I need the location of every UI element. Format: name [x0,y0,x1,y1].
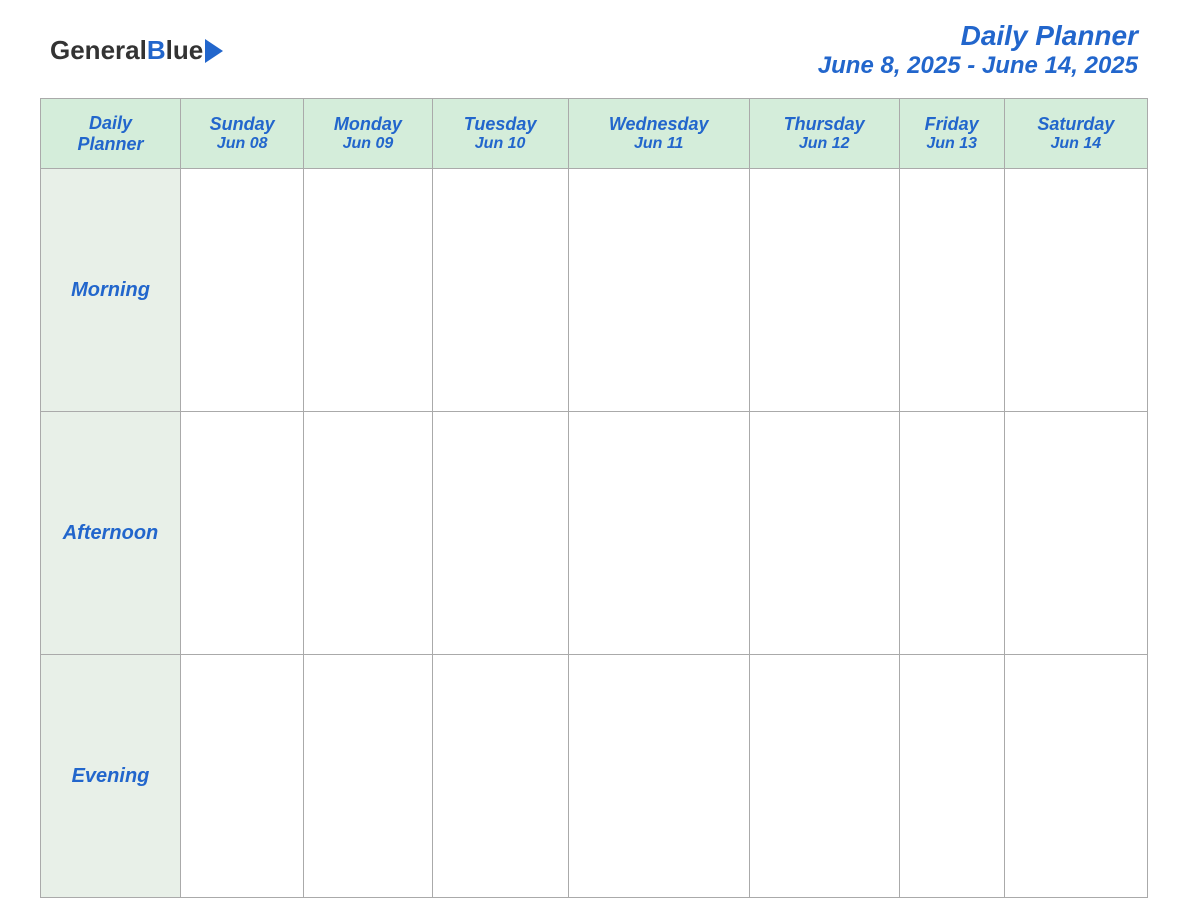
evening-thursday[interactable] [749,655,899,898]
evening-label: Evening [41,655,181,898]
evening-wednesday[interactable] [568,655,749,898]
header-title: Daily Planner June 8, 2025 - June 14, 20… [818,20,1138,80]
logo-general: General [50,35,147,65]
afternoon-wednesday[interactable] [568,412,749,655]
afternoon-thursday[interactable] [749,412,899,655]
day-date-friday: Jun 13 [904,135,1000,153]
day-name-wednesday: Wednesday [573,114,745,135]
morning-tuesday[interactable] [432,169,568,412]
day-date-wednesday: Jun 11 [573,135,745,153]
afternoon-saturday[interactable] [1004,412,1147,655]
day-date-sunday: Jun 08 [185,135,299,153]
planner-table: Daily Planner Sunday Jun 08 Monday Jun 0… [40,98,1148,898]
title-dates: June 8, 2025 - June 14, 2025 [818,52,1138,80]
corner-line2: Planner [45,134,176,155]
afternoon-monday[interactable] [304,412,432,655]
evening-saturday[interactable] [1004,655,1147,898]
morning-sunday[interactable] [181,169,304,412]
evening-tuesday[interactable] [432,655,568,898]
col-header-saturday: Saturday Jun 14 [1004,99,1147,169]
logo: GeneralBlue [50,35,223,66]
col-header-friday: Friday Jun 13 [899,99,1004,169]
day-name-thursday: Thursday [754,114,895,135]
afternoon-friday[interactable] [899,412,1004,655]
evening-friday[interactable] [899,655,1004,898]
morning-thursday[interactable] [749,169,899,412]
col-header-wednesday: Wednesday Jun 11 [568,99,749,169]
corner-cell: Daily Planner [41,99,181,169]
morning-monday[interactable] [304,169,432,412]
day-name-tuesday: Tuesday [437,114,564,135]
day-date-saturday: Jun 14 [1009,135,1143,153]
title-main: Daily Planner [818,20,1138,52]
logo-text: GeneralBlue [50,35,203,66]
header-row: Daily Planner Sunday Jun 08 Monday Jun 0… [41,99,1148,169]
afternoon-label: Afternoon [41,412,181,655]
col-header-tuesday: Tuesday Jun 10 [432,99,568,169]
day-name-monday: Monday [308,114,427,135]
logo-lue: lue [166,35,204,65]
morning-saturday[interactable] [1004,169,1147,412]
day-name-friday: Friday [904,114,1000,135]
morning-friday[interactable] [899,169,1004,412]
page: GeneralBlue Daily Planner June 8, 2025 -… [0,0,1188,918]
logo-blue: B [147,35,166,65]
col-header-monday: Monday Jun 09 [304,99,432,169]
evening-monday[interactable] [304,655,432,898]
morning-label: Morning [41,169,181,412]
evening-sunday[interactable] [181,655,304,898]
row-afternoon: Afternoon [41,412,1148,655]
day-date-monday: Jun 09 [308,135,427,153]
header: GeneralBlue Daily Planner June 8, 2025 -… [40,20,1148,80]
row-evening: Evening [41,655,1148,898]
col-header-sunday: Sunday Jun 08 [181,99,304,169]
day-name-saturday: Saturday [1009,114,1143,135]
day-date-tuesday: Jun 10 [437,135,564,153]
afternoon-sunday[interactable] [181,412,304,655]
logo-triangle-icon [205,39,223,63]
afternoon-tuesday[interactable] [432,412,568,655]
corner-line1: Daily [45,113,176,134]
day-name-sunday: Sunday [185,114,299,135]
day-date-thursday: Jun 12 [754,135,895,153]
col-header-thursday: Thursday Jun 12 [749,99,899,169]
row-morning: Morning [41,169,1148,412]
morning-wednesday[interactable] [568,169,749,412]
